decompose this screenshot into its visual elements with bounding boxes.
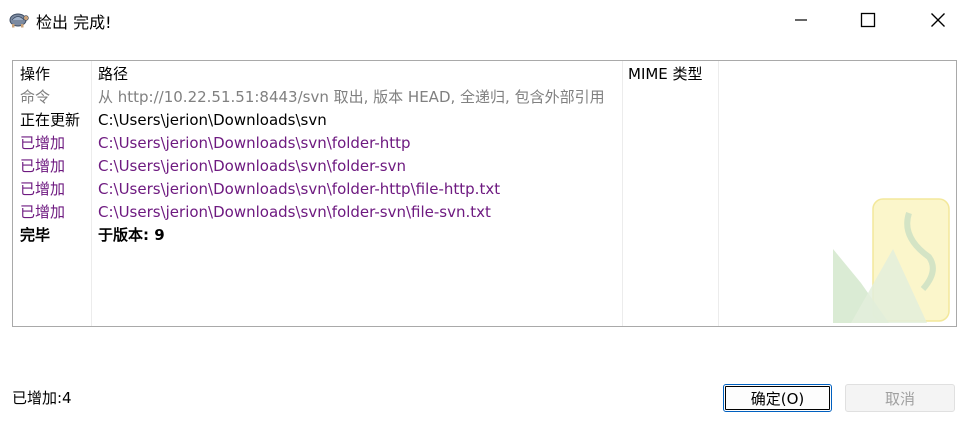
list-item[interactable]: 已增加 C:\Users\jerion\Downloads\svn\folder…	[13, 132, 956, 155]
row-path: C:\Users\jerion\Downloads\svn\folder-svn…	[98, 203, 491, 221]
row-action: 正在更新	[20, 111, 81, 129]
close-icon	[931, 13, 945, 27]
row-path: 于版本: 9	[98, 226, 165, 244]
window-title: 检出 完成!	[36, 13, 112, 32]
ok-button[interactable]: 确定(O)	[723, 384, 832, 412]
row-path: 从 http://10.22.51.51:8443/svn 取出, 版本 HEA…	[98, 88, 605, 106]
tortoisesvn-icon	[9, 13, 29, 28]
row-path: C:\Users\jerion\Downloads\svn\folder-svn	[98, 157, 406, 175]
row-action: 已增加	[20, 203, 66, 221]
list-item[interactable]: 已增加 C:\Users\jerion\Downloads\svn\folder…	[13, 178, 956, 201]
list-header: 操作 路径 MIME 类型	[13, 63, 956, 86]
minimize-button[interactable]	[778, 4, 824, 36]
minimize-icon	[795, 19, 807, 21]
list-item[interactable]: 命令 从 http://10.22.51.51:8443/svn 取出, 版本 …	[13, 86, 956, 109]
row-action: 已增加	[20, 134, 66, 152]
log-list[interactable]: 操作 路径 MIME 类型 命令 从 http://10.22.51.51:84…	[12, 60, 957, 327]
header-action[interactable]: 操作	[20, 63, 90, 86]
maximize-icon	[860, 12, 876, 28]
row-action: 已增加	[20, 180, 66, 198]
header-mime-type[interactable]: MIME 类型	[628, 63, 716, 86]
row-action: 已增加	[20, 157, 66, 175]
title-bar: 检出 完成!	[0, 0, 976, 40]
maximize-button[interactable]	[845, 4, 891, 36]
close-button[interactable]	[915, 4, 961, 36]
list-item[interactable]: 已增加 C:\Users\jerion\Downloads\svn\folder…	[13, 201, 956, 224]
list-item[interactable]: 正在更新 C:\Users\jerion\Downloads\svn	[13, 109, 956, 132]
status-text: 已增加:4	[12, 389, 72, 407]
row-path: C:\Users\jerion\Downloads\svn\folder-htt…	[98, 180, 501, 198]
row-path: C:\Users\jerion\Downloads\svn\folder-htt…	[98, 134, 411, 152]
cancel-button[interactable]: 取消	[845, 384, 955, 412]
row-action: 命令	[20, 88, 51, 106]
header-path[interactable]: 路径	[98, 63, 620, 86]
list-item[interactable]: 完毕 于版本: 9	[13, 224, 956, 247]
list-item[interactable]: 已增加 C:\Users\jerion\Downloads\svn\folder…	[13, 155, 956, 178]
row-path: C:\Users\jerion\Downloads\svn	[98, 111, 327, 129]
row-action: 完毕	[20, 226, 51, 244]
